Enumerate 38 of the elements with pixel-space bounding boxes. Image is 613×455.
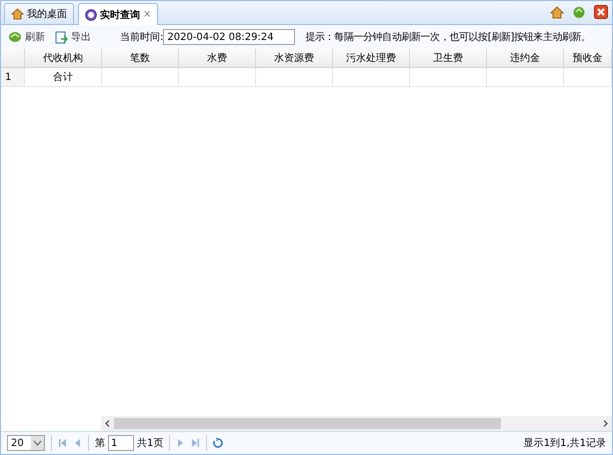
reload-icon[interactable] bbox=[213, 438, 224, 448]
column-header[interactable]: 预收金 bbox=[564, 49, 612, 68]
page-summary: 显示1到1,共1记录 bbox=[524, 436, 606, 450]
home-icon bbox=[11, 8, 24, 20]
hint-text: 提示：每隔一分钟自动刷新一次，也可以按[刷新]按钮来主动刷新。 bbox=[305, 30, 591, 44]
time-field[interactable]: 2020-04-02 08:29:24 bbox=[163, 29, 296, 45]
scroll-left-icon[interactable] bbox=[105, 420, 110, 427]
export-button[interactable]: 导出 bbox=[52, 28, 94, 46]
first-page-icon[interactable] bbox=[58, 438, 67, 448]
column-header[interactable]: 代收机构 bbox=[24, 49, 102, 68]
dropdown-icon bbox=[33, 440, 42, 446]
tab[interactable]: 实时查询 × bbox=[78, 3, 158, 25]
home-icon[interactable] bbox=[550, 6, 564, 18]
tab[interactable]: 我的桌面 bbox=[4, 3, 74, 23]
refresh-button[interactable]: 刷新 bbox=[5, 28, 48, 46]
tab-close-button[interactable]: × bbox=[143, 9, 152, 20]
page-total: 共1页 bbox=[137, 436, 164, 450]
scroll-right-icon[interactable] bbox=[603, 420, 608, 427]
tab-label: 实时查询 bbox=[100, 8, 140, 22]
horizontal-scrollbar[interactable] bbox=[101, 416, 612, 431]
previous-page-icon[interactable] bbox=[73, 438, 82, 448]
tab-label: 我的桌面 bbox=[27, 8, 67, 20]
time-label: 当前时间: bbox=[120, 30, 164, 44]
table-cell: 合计 bbox=[24, 68, 102, 86]
column-header[interactable]: 违约金 bbox=[486, 49, 564, 68]
page-label: 第 bbox=[95, 437, 105, 450]
column-header[interactable]: 卫生费 bbox=[410, 49, 486, 68]
column-header[interactable]: 笔数 bbox=[102, 49, 178, 68]
row-number: 1 bbox=[1, 68, 24, 86]
column-header[interactable]: 水资源费 bbox=[256, 49, 332, 68]
next-page-icon[interactable] bbox=[176, 438, 186, 448]
close-icon[interactable] bbox=[594, 5, 608, 19]
page-field[interactable]: 1 bbox=[108, 435, 134, 451]
page-size-select[interactable]: 20 bbox=[7, 435, 45, 451]
export-icon bbox=[55, 30, 68, 44]
column-header[interactable]: 水费 bbox=[178, 49, 256, 68]
column-header[interactable]: 污水处理费 bbox=[332, 49, 410, 68]
last-page-icon[interactable] bbox=[191, 438, 200, 448]
